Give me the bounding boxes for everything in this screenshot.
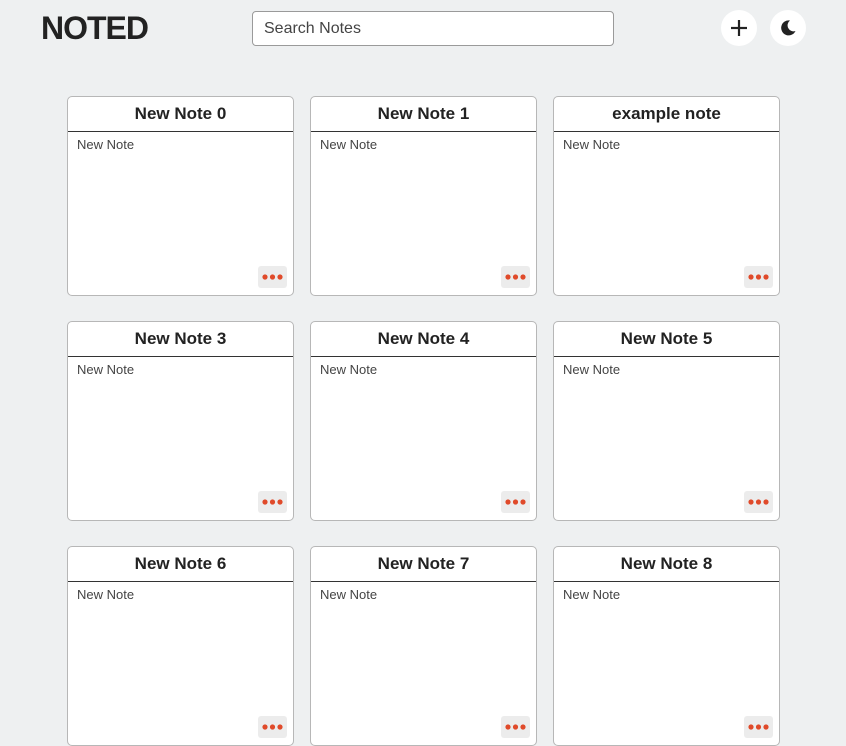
note-options-button[interactable]	[744, 491, 773, 513]
note-body: New Note	[77, 362, 135, 377]
more-dots-icon	[262, 499, 283, 505]
notes-grid: New Note 0 New Note New Note 1 New Note …	[67, 96, 781, 746]
note-body: New Note	[77, 587, 135, 602]
note-card[interactable]: New Note 6 New Note	[67, 546, 294, 746]
more-dots-icon	[262, 724, 283, 730]
note-options-button[interactable]	[501, 266, 530, 288]
note-card[interactable]: New Note 5 New Note	[553, 321, 780, 521]
note-options-button[interactable]	[258, 266, 287, 288]
note-body: New Note	[320, 137, 378, 152]
more-dots-icon	[748, 274, 769, 280]
note-body: New Note	[320, 362, 378, 377]
theme-toggle-button[interactable]	[770, 10, 806, 46]
note-title: New Note 7	[311, 547, 536, 582]
note-title: New Note 6	[68, 547, 293, 582]
app-logo: NOTED	[41, 10, 149, 46]
note-card[interactable]: New Note 0 New Note	[67, 96, 294, 296]
note-title: example note	[554, 97, 779, 132]
note-card[interactable]: New Note 8 New Note	[553, 546, 780, 746]
note-card[interactable]: New Note 3 New Note	[67, 321, 294, 521]
note-options-button[interactable]	[258, 491, 287, 513]
note-card[interactable]: New Note 4 New Note	[310, 321, 537, 521]
more-dots-icon	[748, 499, 769, 505]
note-body: New Note	[563, 587, 621, 602]
note-body: New Note	[563, 362, 621, 377]
note-title: New Note 0	[68, 97, 293, 132]
note-options-button[interactable]	[744, 266, 773, 288]
more-dots-icon	[505, 274, 526, 280]
plus-icon	[731, 20, 747, 36]
note-options-button[interactable]	[501, 716, 530, 738]
note-body: New Note	[320, 587, 378, 602]
note-title: New Note 5	[554, 322, 779, 357]
note-title: New Note 8	[554, 547, 779, 582]
note-card[interactable]: example note New Note	[553, 96, 780, 296]
add-note-button[interactable]	[721, 10, 757, 46]
search-input[interactable]	[252, 11, 614, 46]
note-body: New Note	[563, 137, 621, 152]
more-dots-icon	[505, 499, 526, 505]
note-options-button[interactable]	[744, 716, 773, 738]
more-dots-icon	[748, 724, 769, 730]
more-dots-icon	[262, 274, 283, 280]
note-title: New Note 4	[311, 322, 536, 357]
moon-icon	[781, 20, 796, 36]
note-card[interactable]: New Note 7 New Note	[310, 546, 537, 746]
note-card[interactable]: New Note 1 New Note	[310, 96, 537, 296]
app-header: NOTED	[0, 0, 846, 60]
note-title: New Note 1	[311, 97, 536, 132]
note-body: New Note	[77, 137, 135, 152]
note-options-button[interactable]	[258, 716, 287, 738]
note-options-button[interactable]	[501, 491, 530, 513]
note-title: New Note 3	[68, 322, 293, 357]
more-dots-icon	[505, 724, 526, 730]
